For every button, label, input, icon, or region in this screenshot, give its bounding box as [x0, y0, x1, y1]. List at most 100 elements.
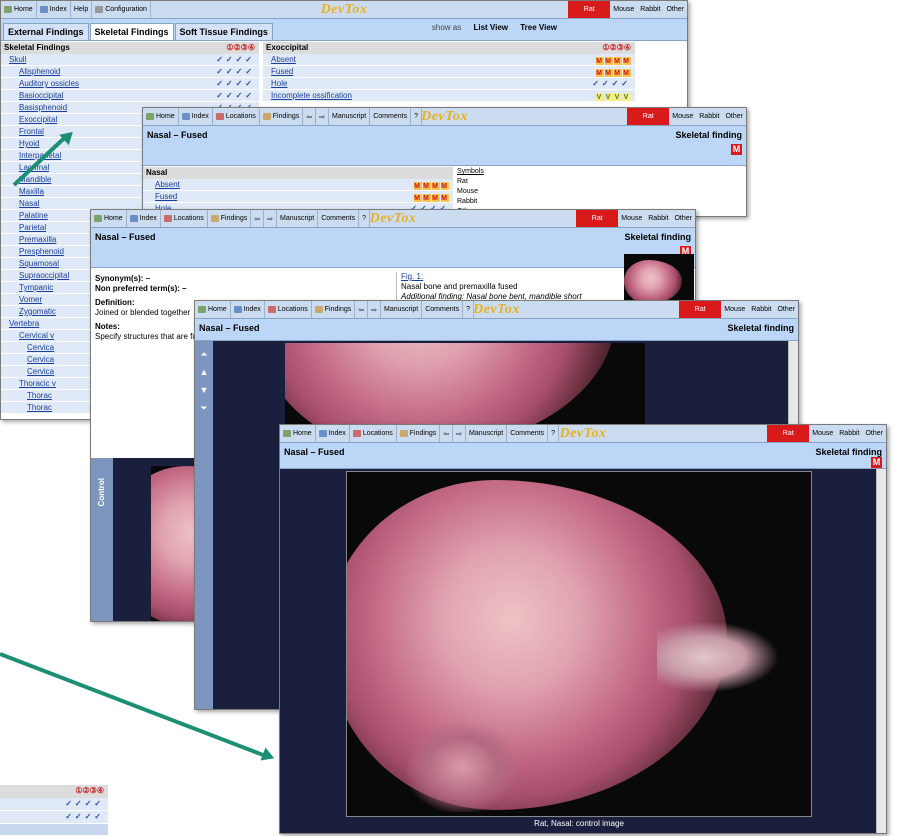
species-rabbit[interactable]: Rabbit — [836, 425, 862, 442]
image-area: Rat, Nasal: control image — [280, 469, 878, 833]
forward-button[interactable]: ⇨ — [316, 108, 329, 125]
index-icon — [233, 306, 242, 313]
species-mouse[interactable]: Mouse — [669, 108, 696, 125]
species-other[interactable]: Other — [862, 425, 886, 442]
locations-button[interactable]: Locations — [161, 210, 208, 227]
configuration-button[interactable]: Configuration — [92, 1, 151, 18]
help-button[interactable]: ? — [359, 210, 370, 227]
finding-item[interactable]: Absent MMMM — [263, 54, 635, 66]
section-header: Nasal — [143, 167, 453, 179]
section-header: Skeletal Findings ①②③④ — [1, 42, 259, 54]
species-other[interactable]: Other — [663, 1, 687, 18]
species-rabbit[interactable]: Rabbit — [696, 108, 722, 125]
manuscript-button[interactable]: Manuscript — [329, 108, 371, 125]
home-button[interactable]: Home — [143, 108, 179, 125]
tree-node-skull-item[interactable]: Basioccipital ✓✓✓✓ — [1, 90, 259, 102]
species-rabbit[interactable]: Rabbit — [645, 210, 671, 227]
comments-button[interactable]: Comments — [318, 210, 360, 227]
finding-item[interactable]: Fused MMMM — [263, 66, 635, 78]
nasal-finding-item[interactable]: Fused MMMM — [143, 191, 453, 203]
back-button[interactable]: ⇦ — [440, 425, 454, 442]
comments-button[interactable]: Comments — [507, 425, 549, 442]
home-icon — [94, 215, 102, 222]
tab-soft-tissue-findings[interactable]: Soft Tissue Findings — [174, 23, 273, 40]
tab-external-findings[interactable]: External Findings — [3, 23, 89, 40]
nasal-finding-item[interactable]: Absent MMMM — [143, 179, 453, 191]
heart-icon — [267, 306, 276, 313]
home-icon — [4, 6, 12, 13]
index-icon — [39, 6, 48, 13]
index-button[interactable]: Index — [179, 108, 213, 125]
species-rat[interactable]: Rat — [576, 210, 619, 227]
locations-button[interactable]: Locations — [213, 108, 260, 125]
species-other[interactable]: Other — [774, 301, 798, 318]
tree-node-skull-item[interactable]: Auditory ossicles ✓✓✓✓ — [1, 78, 259, 90]
manuscript-button[interactable]: Manuscript — [466, 425, 508, 442]
locations-button[interactable]: Locations — [350, 425, 397, 442]
finding-item[interactable]: Hole ✓✓✓✓ — [263, 78, 635, 90]
home-button[interactable]: Home — [280, 425, 316, 442]
species-mouse[interactable]: Mouse — [610, 1, 637, 18]
home-button[interactable]: Home — [91, 210, 127, 227]
tab-skeletal-findings[interactable]: Skeletal Findings — [89, 23, 174, 40]
help-button[interactable]: ? — [411, 108, 422, 125]
help-button[interactable]: ? — [463, 301, 474, 318]
tree-view-option[interactable]: Tree View — [520, 23, 557, 32]
home-button[interactable]: Home — [1, 1, 37, 18]
tree-node-skull-item[interactable]: Alisphenoid ✓✓✓✓ — [1, 66, 259, 78]
first-image-icon[interactable]: ⏶ — [195, 345, 213, 363]
help-button[interactable]: Help — [71, 1, 93, 18]
comments-button[interactable]: Comments — [422, 301, 464, 318]
species-selector: Rat Mouse Rabbit Other — [679, 301, 798, 318]
species-other[interactable]: Other — [671, 210, 695, 227]
species-mouse[interactable]: Mouse — [721, 301, 748, 318]
species-rat[interactable]: Rat — [568, 1, 611, 18]
index-button[interactable]: Index — [316, 425, 350, 442]
next-image-icon[interactable]: ▼ — [195, 381, 213, 399]
back-button[interactable]: ⇦ — [303, 108, 317, 125]
figure-link[interactable]: Fig. 1: — [401, 272, 626, 282]
tree-node-skull[interactable]: Skull ✓✓✓✓ — [1, 54, 259, 66]
findings-button[interactable]: Findings — [208, 210, 252, 227]
manuscript-button[interactable]: Manuscript — [381, 301, 423, 318]
page-title: Nasal – Fused — [199, 323, 260, 333]
findings-button[interactable]: Findings — [397, 425, 441, 442]
figure-thumbnail[interactable] — [624, 254, 694, 300]
home-button[interactable]: Home — [195, 301, 231, 318]
home-icon — [283, 430, 291, 437]
scrollbar[interactable] — [876, 469, 886, 833]
findings-button[interactable]: Findings — [260, 108, 304, 125]
back-button[interactable]: ⇦ — [355, 301, 369, 318]
back-button[interactable]: ⇦ — [251, 210, 265, 227]
species-rat[interactable]: Rat — [627, 108, 670, 125]
index-button[interactable]: Index — [37, 1, 71, 18]
forward-button[interactable]: ⇨ — [368, 301, 381, 318]
malformation-badge: M — [871, 457, 882, 468]
page-title: Nasal – Fused — [284, 447, 345, 457]
species-rat[interactable]: Rat — [767, 425, 810, 442]
locations-button[interactable]: Locations — [265, 301, 312, 318]
forward-button[interactable]: ⇨ — [264, 210, 277, 227]
index-button[interactable]: Index — [231, 301, 265, 318]
list-view-option[interactable]: List View — [473, 23, 508, 32]
species-rabbit[interactable]: Rabbit — [748, 301, 774, 318]
finding-item[interactable]: Incomplete ossification V V V V — [263, 90, 635, 102]
species-mouse[interactable]: Mouse — [618, 210, 645, 227]
prev-image-icon[interactable]: ▲ — [195, 363, 213, 381]
manuscript-button[interactable]: Manuscript — [277, 210, 319, 227]
species-other[interactable]: Other — [722, 108, 746, 125]
last-image-icon[interactable]: ⏷ — [195, 399, 213, 417]
forward-button[interactable]: ⇨ — [453, 425, 466, 442]
species-mouse[interactable]: Mouse — [809, 425, 836, 442]
species-rat[interactable]: Rat — [679, 301, 722, 318]
image-nav-strip: ⏶ ▲ ▼ ⏷ — [195, 341, 213, 709]
comments-button[interactable]: Comments — [370, 108, 412, 125]
category-label: Skeletal finding — [815, 447, 882, 457]
index-button[interactable]: Index — [127, 210, 161, 227]
species-selector: Rat Mouse Rabbit Other — [627, 108, 746, 125]
findings-button[interactable]: Findings — [312, 301, 356, 318]
species-rabbit[interactable]: Rabbit — [637, 1, 663, 18]
help-button[interactable]: ? — [548, 425, 559, 442]
malformation-badge: M — [731, 144, 742, 155]
toolbar: Home Index Locations Findings ⇦ ⇨ Manusc… — [280, 425, 886, 443]
